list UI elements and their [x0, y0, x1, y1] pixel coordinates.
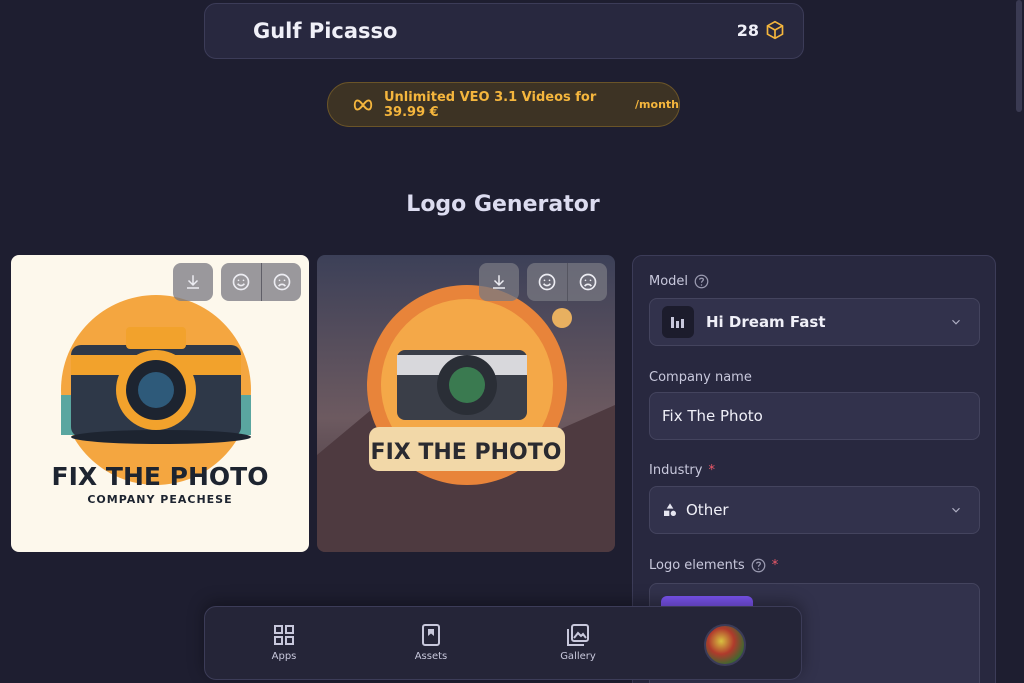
like-button[interactable] [527, 263, 567, 301]
download-button[interactable] [173, 263, 213, 301]
card-actions [173, 263, 301, 301]
model-label-text: Model [649, 274, 689, 289]
gallery-icon [567, 624, 589, 646]
result-image-1[interactable]: FIX THE PHOTO COMPANY PEACHESE [11, 255, 309, 552]
page-scrollbar[interactable] [1016, 0, 1022, 112]
nav-apps[interactable]: Apps [239, 623, 329, 662]
credits-value: 28 [736, 20, 759, 40]
smile-icon [232, 273, 250, 291]
dislike-button[interactable] [261, 263, 301, 301]
card-actions [479, 263, 607, 301]
industry-label-text: Industry [649, 463, 703, 478]
grid-icon [274, 625, 294, 645]
nav-label: Apps [271, 651, 297, 662]
logo-text-sub: COMPANY PEACHESE [87, 493, 233, 506]
model-label: Model [649, 274, 709, 289]
like-button[interactable] [221, 263, 261, 301]
dislike-button[interactable] [567, 263, 607, 301]
help-icon[interactable] [751, 558, 766, 573]
page-title: Logo Generator [406, 192, 600, 217]
model-icon [662, 306, 694, 338]
download-icon [187, 275, 199, 289]
frown-icon [579, 273, 596, 291]
promo-text: Unlimited VEO 3.1 Videos for 39.99 € [384, 89, 597, 120]
smile-icon [538, 273, 556, 291]
required-marker: * [708, 463, 715, 478]
nav-assets[interactable]: Assets [386, 623, 476, 662]
credits-counter[interactable]: 28 [737, 20, 785, 40]
frown-icon [273, 273, 290, 291]
industry-label: Industry * [649, 463, 715, 478]
nav-label: Assets [414, 651, 448, 662]
chevron-down-icon [952, 507, 960, 513]
required-marker: * [771, 558, 779, 573]
logo-text-main: FIX THE PHOTO [370, 440, 562, 465]
elements-label-text: Logo elements [649, 558, 745, 573]
shapes-icon [662, 502, 678, 518]
industry-value: Other [686, 501, 729, 519]
brand-name: Gulf Picasso [253, 19, 398, 43]
elements-label: Logo elements * [649, 558, 778, 573]
cube-coin-icon [765, 20, 785, 40]
top-header: Gulf Picasso 28 [204, 3, 804, 59]
avatar[interactable] [704, 624, 746, 666]
model-value: Hi Dream Fast [706, 313, 826, 331]
promo-suffix: /month [635, 98, 679, 111]
bookmark-icon [422, 624, 440, 646]
chevron-down-icon [952, 319, 960, 325]
nav-gallery[interactable]: Gallery [533, 623, 623, 662]
industry-select[interactable]: Other [649, 486, 980, 534]
model-select[interactable]: Hi Dream Fast [649, 298, 980, 346]
infinity-icon [352, 98, 374, 112]
bottom-navigation: Apps Assets Gallery [204, 606, 802, 680]
download-icon [493, 275, 505, 289]
result-image-2[interactable]: FIX THE PHOTO [317, 255, 615, 552]
promo-banner[interactable]: Unlimited VEO 3.1 Videos for 39.99 € /mo… [327, 82, 680, 127]
nav-label: Gallery [560, 651, 596, 662]
logo-text-main: FIX THE PHOTO [51, 462, 269, 491]
download-button[interactable] [479, 263, 519, 301]
company-name-input[interactable]: Fix The Photo [649, 392, 980, 440]
company-label: Company name [649, 370, 752, 385]
help-icon[interactable] [694, 274, 709, 289]
